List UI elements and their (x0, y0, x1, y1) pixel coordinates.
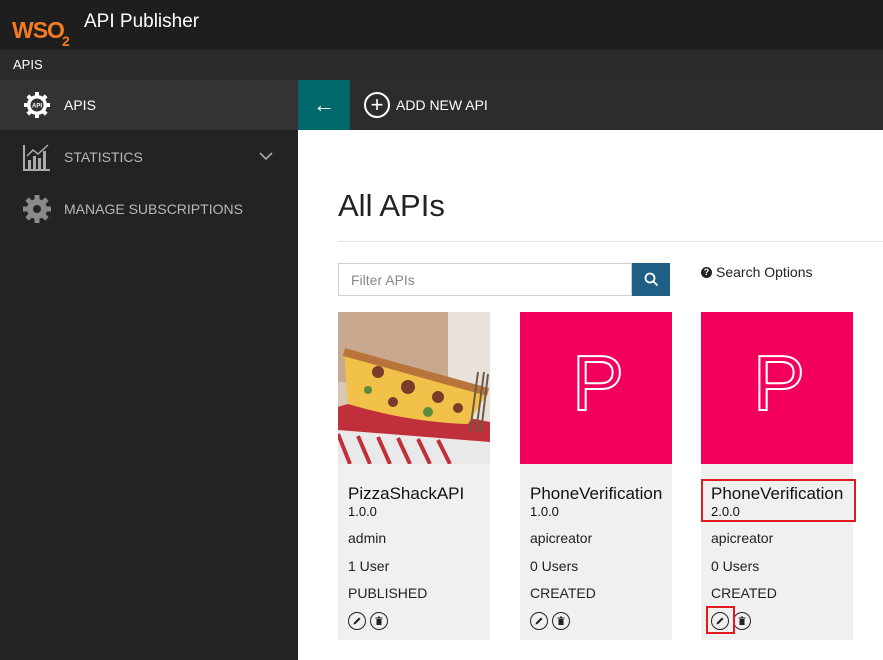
section-bar: APIS (0, 50, 883, 80)
api-status: PUBLISHED (348, 585, 428, 601)
api-thumbnail[interactable]: P (701, 312, 853, 464)
trash-icon (557, 616, 565, 625)
api-version: 2.0.0 (711, 504, 740, 519)
app-title: API Publisher (84, 11, 200, 32)
api-thumbnail[interactable]: P (520, 312, 672, 464)
api-owner: apicreator (711, 530, 774, 546)
card-actions (348, 612, 388, 630)
search-button[interactable] (632, 263, 670, 296)
api-version: 1.0.0 (348, 504, 377, 519)
api-card[interactable]: P PhoneVerification 1.0.0 apicreator 0 U… (520, 312, 672, 640)
api-name[interactable]: PizzaShackAPI (348, 484, 464, 504)
card-actions (530, 612, 570, 630)
api-name[interactable]: PhoneVerification (530, 484, 662, 504)
thumbnail-letter: P (753, 339, 805, 427)
page-title: All APIs (338, 188, 445, 223)
filter-apis-input[interactable] (338, 263, 632, 296)
sidebar-item-statistics[interactable]: STATISTICS (0, 132, 298, 182)
logo-subscript: 2 (61, 33, 70, 49)
chart-icon (23, 144, 50, 171)
trash-icon (375, 616, 383, 625)
api-gear-icon: API (24, 92, 50, 118)
pencil-icon (535, 617, 543, 625)
api-owner: apicreator (530, 530, 593, 546)
api-status: CREATED (530, 585, 596, 601)
card-actions (711, 612, 751, 630)
api-user-count: 0 Users (530, 558, 579, 574)
gear-icon (23, 195, 51, 223)
wso2-logo[interactable]: WSO 2 (12, 8, 70, 49)
api-card[interactable]: P PhoneVerification 2.0.0 apicreator 0 U… (701, 312, 853, 640)
sidebar-item-label: STATISTICS (64, 149, 143, 165)
edit-button[interactable] (530, 612, 548, 630)
thumbnail-letter: P (572, 339, 624, 427)
pencil-icon (353, 617, 361, 625)
back-button[interactable]: ← (298, 80, 350, 130)
plus-circle-icon: + (364, 92, 390, 118)
sidebar-item-label: MANAGE SUBSCRIPTIONS (64, 201, 243, 217)
api-name[interactable]: PhoneVerification (711, 484, 843, 504)
divider (338, 241, 883, 242)
api-status: CREATED (711, 585, 777, 601)
api-version: 1.0.0 (530, 504, 559, 519)
arrow-left-icon: ← (313, 92, 335, 117)
sidebar-item-manage-subscriptions[interactable]: MANAGE SUBSCRIPTIONS (0, 184, 298, 234)
delete-button[interactable] (733, 612, 751, 630)
sidebar: API APIS STATISTICS MANAGE SUBSCRIPTIONS (0, 80, 298, 660)
top-header: WSO 2 API Publisher (0, 0, 883, 50)
search-options-link[interactable]: ? Search Options (701, 264, 813, 280)
filter-bar (338, 263, 670, 296)
trash-icon (738, 616, 746, 625)
api-owner: admin (348, 530, 387, 546)
sidebar-item-label: APIS (64, 97, 96, 113)
sidebar-item-apis[interactable]: API APIS (0, 80, 298, 130)
svg-text:API: API (32, 103, 42, 109)
add-new-api-button[interactable]: + ADD NEW API (364, 90, 488, 120)
letter-thumbnail: P (571, 338, 625, 428)
search-icon (644, 272, 658, 287)
chevron-down-icon[interactable] (258, 150, 274, 162)
search-options-label: Search Options (716, 264, 813, 280)
api-thumbnail-pizza[interactable] (338, 312, 490, 464)
api-user-count: 0 Users (711, 558, 760, 574)
letter-thumbnail: P (752, 338, 806, 428)
edit-button[interactable] (348, 612, 366, 630)
edit-button[interactable] (711, 612, 729, 630)
pencil-icon (716, 617, 724, 625)
pizza-image (338, 312, 490, 464)
section-label: APIS (13, 57, 43, 72)
main-toolbar: ← + ADD NEW API (298, 80, 883, 130)
api-card[interactable]: PizzaShackAPI 1.0.0 admin 1 User PUBLISH… (338, 312, 490, 640)
question-icon: ? (701, 266, 712, 278)
api-user-count: 1 User (348, 558, 390, 574)
logo-text: WSO (12, 17, 65, 43)
add-new-api-label: ADD NEW API (396, 97, 488, 113)
delete-button[interactable] (552, 612, 570, 630)
delete-button[interactable] (370, 612, 388, 630)
